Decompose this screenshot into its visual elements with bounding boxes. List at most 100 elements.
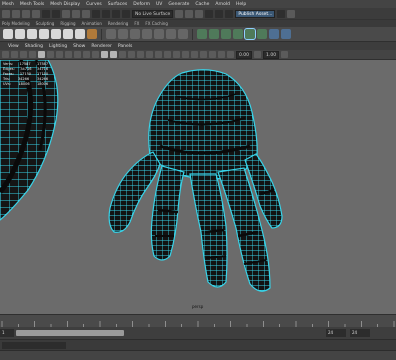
poly-cylinder-icon[interactable]: [27, 29, 37, 39]
panel-menu-item[interactable]: View: [8, 44, 19, 49]
shadows-icon[interactable]: [155, 51, 162, 58]
bevel-icon[interactable]: [233, 29, 243, 39]
menu-item[interactable]: Mesh Display: [50, 2, 80, 7]
extrude-icon[interactable]: [166, 29, 176, 39]
select-camera-icon[interactable]: [2, 51, 9, 58]
depth-of-field-icon[interactable]: [191, 51, 198, 58]
gate-mask-icon[interactable]: [65, 51, 72, 58]
poly-disc-icon[interactable]: [75, 29, 85, 39]
animation-end-field[interactable]: 24: [350, 329, 370, 337]
xray-active-components-icon[interactable]: [227, 51, 234, 58]
automatic-uv-icon[interactable]: [281, 29, 291, 39]
gamma-icon[interactable]: [254, 51, 262, 58]
select-component-icon[interactable]: [82, 9, 90, 18]
shelf-tab[interactable]: Sculpting: [36, 21, 55, 26]
command-input[interactable]: [2, 342, 66, 349]
shelf-tab[interactable]: Animation: [82, 21, 102, 26]
platonic-solid-icon[interactable]: [87, 29, 97, 39]
menu-item[interactable]: Surfaces: [108, 2, 128, 7]
ipr-render-icon[interactable]: [185, 9, 194, 18]
xray-joints-icon[interactable]: [218, 51, 225, 58]
wireframe-on-shaded-icon[interactable]: [128, 51, 135, 58]
range-slider[interactable]: [16, 330, 124, 336]
render-settings-icon[interactable]: [195, 9, 204, 18]
lock-icon[interactable]: [225, 9, 234, 18]
motion-blur-icon[interactable]: [173, 51, 180, 58]
select-object-icon[interactable]: [72, 9, 80, 18]
menu-item[interactable]: Mesh Tools: [20, 2, 44, 7]
shelf-tab[interactable]: Rendering: [108, 21, 128, 26]
field-chart-icon[interactable]: [74, 51, 81, 58]
snap-grid-icon[interactable]: [92, 9, 100, 18]
isolate-select-icon[interactable]: [200, 51, 207, 58]
fill-hole-icon[interactable]: [257, 29, 267, 39]
far-clip-field[interactable]: 1.00: [263, 50, 280, 59]
menu-set-icon[interactable]: [2, 9, 10, 18]
snap-curve-icon[interactable]: [102, 9, 110, 18]
live-surface-field[interactable]: No Live Surface: [132, 9, 174, 18]
resolution-gate-icon[interactable]: [56, 51, 63, 58]
separate-icon[interactable]: [118, 29, 128, 39]
bridge-icon[interactable]: [178, 29, 188, 39]
target-weld-icon[interactable]: [209, 29, 219, 39]
workspace-dropdown-icon[interactable]: [277, 9, 286, 18]
grid-icon[interactable]: [38, 51, 45, 58]
planar-uv-icon[interactable]: [269, 29, 279, 39]
poly-plane-icon[interactable]: [63, 29, 73, 39]
panel-menu-item[interactable]: Shading: [25, 44, 43, 49]
undo-icon[interactable]: [42, 9, 50, 18]
image-plane-icon[interactable]: [29, 51, 36, 58]
poly-cube-icon[interactable]: [15, 29, 25, 39]
wireframe-icon[interactable]: [101, 51, 108, 58]
safe-action-icon[interactable]: [83, 51, 90, 58]
near-clip-field[interactable]: 0.00: [236, 50, 253, 59]
playblast-icon[interactable]: [215, 9, 224, 18]
snap-point-icon[interactable]: [112, 9, 120, 18]
bookmarks-icon[interactable]: [20, 51, 27, 58]
poly-sphere-icon[interactable]: [3, 29, 13, 39]
shelf-tab[interactable]: Rigging: [60, 21, 75, 26]
menu-item[interactable]: Help: [236, 2, 246, 7]
shelf-tab[interactable]: FX Caching: [145, 21, 167, 26]
color-management-icon[interactable]: [281, 51, 289, 58]
textured-icon[interactable]: [137, 51, 144, 58]
shelf-tab[interactable]: Poly Modeling: [2, 21, 30, 26]
save-scene-icon[interactable]: [32, 9, 40, 18]
perspective-viewport[interactable]: Verts: 17587 17587 Edges: 34716 34716 Faces: 17…: [0, 60, 396, 314]
time-slider[interactable]: [0, 314, 396, 327]
render-icon[interactable]: [175, 9, 184, 18]
menu-item[interactable]: Deform: [133, 2, 150, 7]
range-start-field[interactable]: 1: [0, 329, 14, 337]
multi-cut-icon[interactable]: [197, 29, 207, 39]
camera-attributes-icon[interactable]: [11, 51, 18, 58]
ambient-occlusion-icon[interactable]: [164, 51, 171, 58]
combine-icon[interactable]: [106, 29, 116, 39]
attribute-editor-icon[interactable]: [287, 9, 296, 18]
panel-menu-item[interactable]: Panels: [118, 44, 132, 49]
smooth-icon[interactable]: [130, 29, 140, 39]
menu-item[interactable]: Arnold: [215, 2, 230, 7]
edge-loop-icon[interactable]: [221, 29, 231, 39]
menu-item[interactable]: Cache: [195, 2, 209, 7]
shelf-tab[interactable]: FX: [134, 21, 139, 26]
poly-cone-icon[interactable]: [39, 29, 49, 39]
range-end-field[interactable]: 24: [326, 329, 346, 337]
poly-torus-icon[interactable]: [51, 29, 61, 39]
panel-menu-item[interactable]: Renderer: [91, 44, 112, 49]
redo-icon[interactable]: [52, 9, 60, 18]
boolean-icon[interactable]: [142, 29, 152, 39]
default-material-icon[interactable]: [119, 51, 126, 58]
open-scene-icon[interactable]: [22, 9, 30, 18]
safe-title-icon[interactable]: [92, 51, 99, 58]
new-scene-icon[interactable]: [12, 9, 20, 18]
menu-item[interactable]: Mesh: [2, 2, 14, 7]
select-hierarchy-icon[interactable]: [62, 9, 70, 18]
menu-item[interactable]: Curves: [86, 2, 102, 7]
menu-item[interactable]: Generate: [168, 2, 189, 7]
use-all-lights-icon[interactable]: [146, 51, 153, 58]
smooth-shade-icon[interactable]: [110, 51, 117, 58]
hypershade-icon[interactable]: [205, 9, 214, 18]
snap-plane-icon[interactable]: [122, 9, 130, 18]
film-gate-icon[interactable]: [47, 51, 54, 58]
workspace-field[interactable]: Publish Asset...: [235, 9, 276, 18]
